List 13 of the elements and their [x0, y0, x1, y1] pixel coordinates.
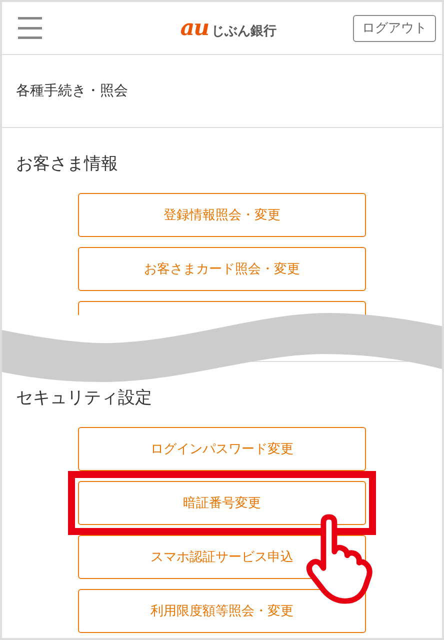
logo-name: じぶん銀行	[212, 23, 277, 40]
menu-button[interactable]: 利用限度額等照会・変更	[78, 589, 366, 633]
menu-button[interactable]	[78, 301, 366, 315]
menu-button[interactable]: 暗証番号変更	[78, 481, 366, 525]
menu-button[interactable]: 登録情報照会・変更	[78, 193, 366, 237]
menu-button[interactable]: ログインパスワード変更	[78, 427, 366, 471]
menu-button[interactable]: お客さまカード照会・変更	[78, 247, 366, 291]
section-title: セキュリティ設定	[16, 387, 153, 409]
section-title: お客さま情報	[16, 153, 119, 175]
logout-button[interactable]: ログアウト	[353, 14, 436, 42]
logo-mark: au	[180, 15, 209, 41]
page-title: 各種手続き・照会	[16, 82, 128, 100]
menu-icon[interactable]	[18, 17, 44, 39]
